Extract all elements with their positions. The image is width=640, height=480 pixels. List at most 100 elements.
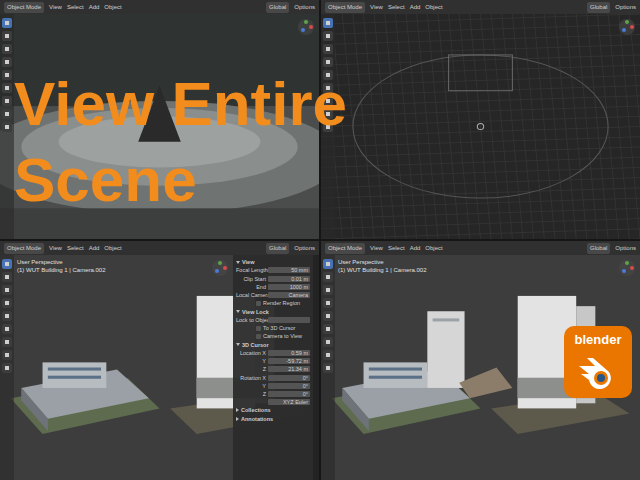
sidebar-field: XYZ Euler xyxy=(236,398,310,406)
tool-icon[interactable] xyxy=(323,44,333,54)
sidebar-section[interactable]: View Lock xyxy=(236,308,310,316)
orientation-dropdown[interactable]: Global xyxy=(587,2,610,13)
options-button[interactable]: Options xyxy=(615,244,636,253)
tool-icon[interactable] xyxy=(323,337,333,347)
menu-item[interactable]: View xyxy=(49,244,62,253)
menu-item[interactable]: Select xyxy=(388,244,405,253)
collapsed-icon xyxy=(236,417,239,421)
sidebar-field: Z0° xyxy=(236,390,310,398)
tool-icon[interactable] xyxy=(2,18,12,28)
tool-icon[interactable] xyxy=(2,259,12,269)
tool-icon[interactable] xyxy=(323,272,333,282)
tool-icon[interactable] xyxy=(323,311,333,321)
mode-dropdown[interactable]: Object Mode xyxy=(4,243,44,254)
tool-icon[interactable] xyxy=(323,259,333,269)
field-input[interactable] xyxy=(268,317,310,323)
tool-icon[interactable] xyxy=(2,337,12,347)
field-input[interactable]: 0° xyxy=(268,383,310,389)
options-button[interactable]: Options xyxy=(294,3,315,12)
field-input[interactable]: -59.72 m xyxy=(268,358,310,364)
mode-dropdown[interactable]: Object Mode xyxy=(4,2,44,13)
tool-icon[interactable] xyxy=(323,285,333,295)
field-input[interactable]: 0.59 m xyxy=(268,350,310,356)
menu-item[interactable]: Select xyxy=(388,3,405,12)
viewport[interactable]: Object Mode View Select Add Object Global Opti… xyxy=(0,241,319,480)
menu-item[interactable]: View xyxy=(370,244,383,253)
menu-item[interactable]: Object xyxy=(104,244,121,253)
menu-item[interactable]: Select xyxy=(67,244,84,253)
tool-icon[interactable] xyxy=(323,324,333,334)
tool-icon[interactable] xyxy=(323,298,333,308)
navigation-gizmo-icon[interactable] xyxy=(618,259,636,277)
menu-item[interactable]: Add xyxy=(89,244,100,253)
field-input[interactable]: 21.34 m xyxy=(268,366,310,372)
sidebar-section[interactable]: Collections xyxy=(236,406,310,414)
sidebar-section[interactable]: View xyxy=(236,258,310,266)
tool-icon[interactable] xyxy=(323,57,333,67)
menu-item[interactable]: Add xyxy=(89,3,100,12)
menu-item[interactable]: Object xyxy=(425,3,442,12)
orientation-dropdown[interactable]: Global xyxy=(266,2,289,13)
field-input[interactable]: 50 mm xyxy=(268,267,310,273)
tool-icon[interactable] xyxy=(323,363,333,373)
viewport-header: Object Mode View Select Add Object Global Opti… xyxy=(0,0,319,14)
sidebar-section[interactable]: Annotations xyxy=(236,415,310,423)
tool-icon[interactable] xyxy=(2,96,12,106)
sidebar-checkbox[interactable]: Render Region xyxy=(236,299,310,307)
menu-item[interactable]: Object xyxy=(104,3,121,12)
orientation-dropdown[interactable]: Global xyxy=(266,243,289,254)
sidebar: ViewFocal Length50 mmClip Start0.01 mEnd… xyxy=(233,255,313,480)
menu-item[interactable]: Select xyxy=(67,3,84,12)
navigation-gizmo-icon[interactable] xyxy=(297,18,315,36)
options-button[interactable]: Options xyxy=(615,3,636,12)
mode-dropdown[interactable]: Object Mode xyxy=(325,243,365,254)
tool-icon[interactable] xyxy=(2,122,12,132)
tool-icon[interactable] xyxy=(2,324,12,334)
field-input[interactable]: 0.01 m xyxy=(268,276,310,282)
viewport-info: User Perspective(1) WUT Building 1 | Cam… xyxy=(17,258,105,274)
tool-icon[interactable] xyxy=(323,31,333,41)
tool-icon[interactable] xyxy=(2,285,12,295)
tool-icon[interactable] xyxy=(2,350,12,360)
field-input[interactable]: 1000 m xyxy=(268,284,310,290)
field-input[interactable]: Camera xyxy=(268,292,310,298)
options-button[interactable]: Options xyxy=(294,244,315,253)
tool-icon[interactable] xyxy=(2,363,12,373)
blender-icon xyxy=(575,352,621,392)
menu-item[interactable]: View xyxy=(49,3,62,12)
mode-dropdown[interactable]: Object Mode xyxy=(325,2,365,13)
tool-icon[interactable] xyxy=(2,298,12,308)
navigation-gizmo-icon[interactable] xyxy=(211,259,229,277)
menu-item[interactable]: Object xyxy=(425,244,442,253)
scene-wireframe xyxy=(321,14,640,239)
tool-icon[interactable] xyxy=(2,57,12,67)
tool-icon[interactable] xyxy=(323,18,333,28)
sidebar-checkbox[interactable]: Camera to View xyxy=(236,332,310,340)
sidebar-field: Rotation X0° xyxy=(236,374,310,382)
navigation-gizmo-icon[interactable] xyxy=(618,18,636,36)
menu-item[interactable]: View xyxy=(370,3,383,12)
checkbox[interactable] xyxy=(256,301,261,306)
menu-item[interactable]: Add xyxy=(410,3,421,12)
viewport[interactable]: Object Mode View Select Add Object Global Opti… xyxy=(321,0,640,239)
tool-icon[interactable] xyxy=(2,109,12,119)
sidebar-tabs[interactable] xyxy=(313,255,319,480)
tool-icon[interactable] xyxy=(2,70,12,80)
tool-icon[interactable] xyxy=(2,311,12,321)
field-input[interactable]: XYZ Euler xyxy=(268,399,310,405)
orientation-dropdown[interactable]: Global xyxy=(587,243,610,254)
tool-icon[interactable] xyxy=(323,350,333,360)
sidebar-field: Clip Start0.01 m xyxy=(236,275,310,283)
sidebar-section[interactable]: 3D Cursor xyxy=(236,341,310,349)
checkbox[interactable] xyxy=(256,334,261,339)
tool-icon[interactable] xyxy=(2,272,12,282)
field-input[interactable]: 0° xyxy=(268,391,310,397)
sidebar-field: Z21.34 m xyxy=(236,365,310,373)
tool-icon[interactable] xyxy=(2,44,12,54)
tool-icon[interactable] xyxy=(2,83,12,93)
field-input[interactable]: 0° xyxy=(268,375,310,381)
tool-icon[interactable] xyxy=(2,31,12,41)
checkbox[interactable] xyxy=(256,326,261,331)
menu-item[interactable]: Add xyxy=(410,244,421,253)
sidebar-checkbox[interactable]: To 3D Cursor xyxy=(236,324,310,332)
